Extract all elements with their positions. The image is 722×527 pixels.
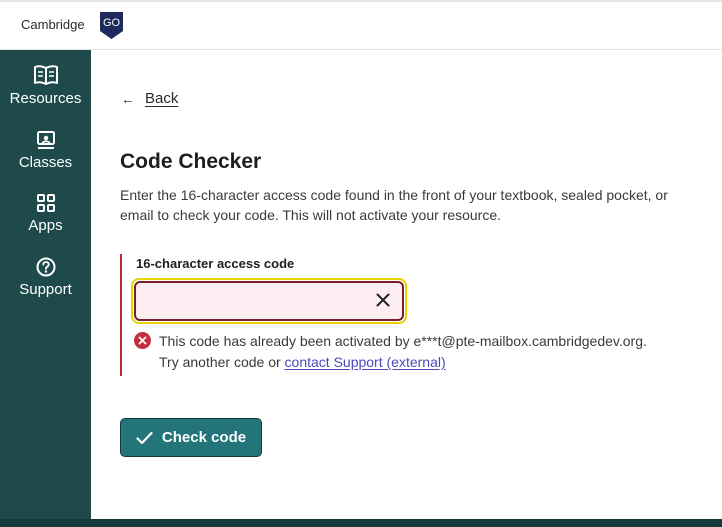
- grid-icon: [36, 194, 55, 212]
- sidebar-item-resources[interactable]: Resources: [0, 64, 91, 107]
- brand-logo-badge[interactable]: GO: [99, 11, 124, 40]
- back-link[interactable]: ← Back: [121, 90, 178, 107]
- access-code-input[interactable]: [136, 283, 366, 319]
- help-circle-icon: [36, 257, 55, 277]
- sidebar-item-support[interactable]: Support: [0, 257, 91, 298]
- checkmark-icon: [136, 431, 153, 444]
- book-icon: [33, 65, 58, 85]
- check-code-button-label: Check code: [161, 429, 247, 446]
- brand-name[interactable]: Cambridge: [21, 17, 85, 32]
- top-bar: Cambridge GO: [0, 0, 722, 50]
- clear-input-icon[interactable]: [374, 291, 392, 309]
- sidebar: Resources Classes Apps Support: [0, 50, 91, 519]
- sidebar-item-apps[interactable]: Apps: [0, 193, 91, 234]
- access-code-field-group: 16-character access code This code has a…: [120, 254, 700, 376]
- error-text: This code has already been activated by …: [159, 331, 647, 373]
- bottom-bar: [0, 519, 722, 527]
- sidebar-item-classes[interactable]: Classes: [0, 130, 91, 171]
- presentation-icon: [36, 131, 55, 149]
- error-x-circle-icon: [134, 332, 151, 349]
- page-description: Enter the 16-character access code found…: [120, 187, 668, 223]
- back-link-label: Back: [145, 90, 179, 107]
- sidebar-item-label: Apps: [28, 217, 63, 234]
- error-line-2: Try another code or contact Support (ext…: [159, 352, 647, 373]
- page-title: Code Checker: [120, 150, 262, 173]
- contact-support-link[interactable]: contact Support (external): [285, 354, 446, 370]
- arrow-left-icon: ←: [121, 90, 135, 107]
- brand-badge-text: GO: [102, 17, 121, 29]
- access-code-input-box: [134, 281, 404, 321]
- error-message: This code has already been activated by …: [134, 331, 647, 373]
- error-line-2-prefix: Try another code or: [159, 354, 285, 370]
- main-content: ← Back Code Checker Enter the 16-charact…: [91, 50, 722, 519]
- sidebar-item-label: Resources: [9, 90, 82, 107]
- sidebar-item-label: Support: [19, 281, 72, 298]
- check-code-button[interactable]: Check code: [120, 418, 262, 457]
- sidebar-item-label: Classes: [18, 154, 73, 171]
- access-code-label: 16-character access code: [136, 256, 295, 271]
- access-code-input-focus-ring: [131, 278, 407, 324]
- error-line-1: This code has already been activated by …: [159, 333, 647, 349]
